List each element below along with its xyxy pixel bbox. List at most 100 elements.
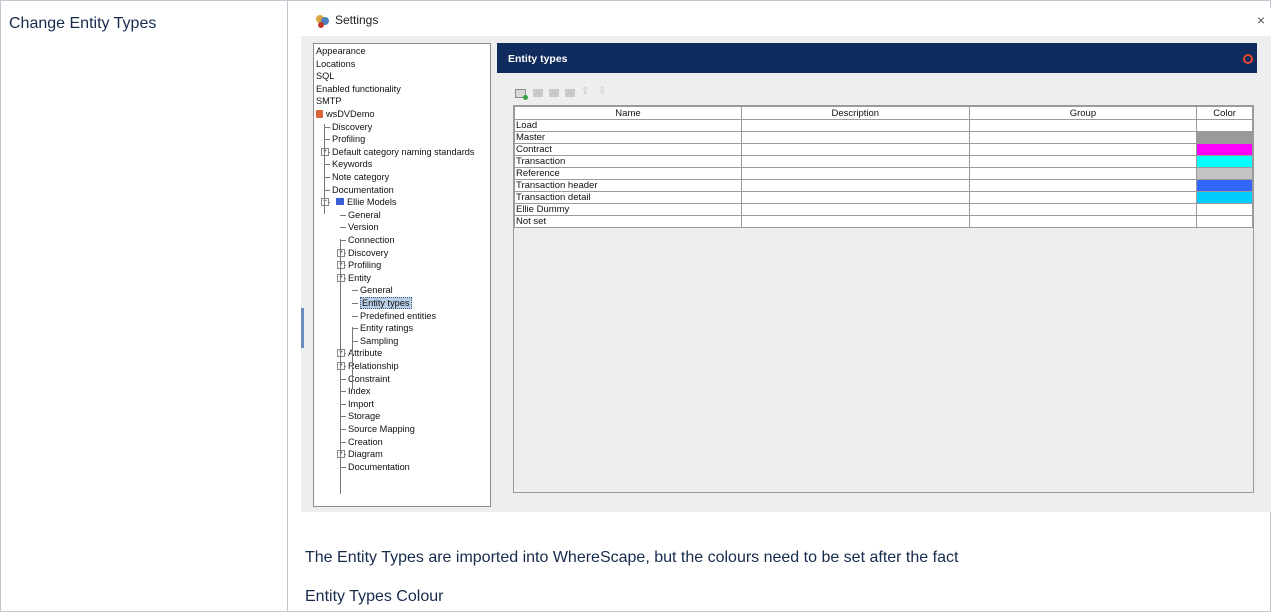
tree-item-documentation[interactable]: Documentation (332, 184, 394, 196)
cell-description[interactable] (740, 155, 970, 168)
tree-item-locations[interactable]: Locations (316, 58, 355, 70)
tree-item-appearance[interactable]: Appearance (316, 45, 366, 57)
table-row[interactable]: Transaction (514, 155, 1253, 168)
expand-toggle-icon[interactable]: − (321, 198, 329, 207)
cell-color-swatch[interactable] (1196, 119, 1253, 132)
settings-tree[interactable]: Appearance Locations SQL Enabled functional… (313, 43, 491, 507)
expand-toggle-icon[interactable]: + (337, 362, 345, 370)
expand-toggle-icon[interactable]: + (337, 349, 345, 358)
cell-group[interactable] (968, 143, 1198, 156)
cell-group[interactable] (968, 215, 1198, 228)
cell-name[interactable]: Transaction header (514, 179, 742, 192)
table-row[interactable]: Transaction detail (514, 191, 1253, 204)
expand-toggle-icon[interactable]: + (337, 248, 345, 257)
tree-item-general[interactable]: General (348, 209, 381, 221)
expand-toggle-icon[interactable]: + (321, 147, 329, 156)
tree-item-wsdvdemo[interactable]: wsDVDemo (316, 108, 375, 120)
cell-name[interactable]: Contract (514, 143, 742, 156)
cell-name[interactable]: Transaction (514, 155, 742, 168)
add-icon[interactable] (515, 89, 528, 100)
table-row[interactable]: Ellie Dummy (514, 203, 1253, 216)
cell-group[interactable] (968, 191, 1198, 204)
cell-name[interactable]: Not set (514, 215, 742, 228)
cell-group[interactable] (968, 167, 1198, 180)
tree-item-note-category[interactable]: Note category (332, 171, 389, 183)
close-icon[interactable]: × (1257, 12, 1265, 28)
cell-description[interactable] (740, 191, 970, 204)
cell-color-swatch[interactable] (1196, 143, 1253, 156)
expand-toggle-icon[interactable]: + (337, 273, 345, 282)
expand-toggle-icon[interactable]: + (337, 450, 345, 459)
table-row[interactable]: Master (514, 131, 1253, 144)
tree-item-default-category-naming-standards[interactable]: Default category naming standards (332, 146, 475, 158)
tree-item-entity-types[interactable]: Entity types (360, 297, 412, 309)
tree-item-constraint[interactable]: Constraint (348, 373, 390, 385)
cell-description[interactable] (740, 119, 970, 132)
table-row[interactable]: Reference (514, 167, 1253, 180)
tree-item-predefined-entities[interactable]: Predefined entities (360, 310, 436, 322)
tree-item-storage[interactable]: Storage (348, 410, 380, 422)
tree-item-relationship[interactable]: Relationship (348, 360, 399, 372)
cell-name[interactable]: Ellie Dummy (514, 203, 742, 216)
column-header-description[interactable]: Description (740, 106, 970, 120)
table-row[interactable]: Not set (514, 215, 1253, 228)
cell-name[interactable]: Load (514, 119, 742, 132)
tree-item-entity-ratings[interactable]: Entity ratings (360, 322, 413, 334)
tree-item-source-mapping[interactable]: Source Mapping (348, 423, 415, 435)
delete-icon[interactable] (565, 89, 575, 97)
cell-color-swatch[interactable] (1196, 179, 1253, 192)
column-header-name[interactable]: Name (514, 106, 742, 120)
column-header-color[interactable]: Color (1196, 106, 1253, 120)
tree-item-keywords[interactable]: Keywords (332, 158, 372, 170)
cell-color-swatch[interactable] (1196, 155, 1253, 168)
tree-item-smtp[interactable]: SMTP (316, 95, 342, 107)
tree-item-ellie-models[interactable]: Ellie Models (332, 196, 397, 208)
cell-color-swatch[interactable] (1196, 191, 1253, 204)
cell-group[interactable] (968, 155, 1198, 168)
tree-item-profiling[interactable]: Profiling (332, 133, 365, 145)
tree-item-enabled-functionality[interactable]: Enabled functionality (316, 83, 401, 95)
cell-name[interactable]: Master (514, 131, 742, 144)
tree-item-sampling[interactable]: Sampling (360, 335, 398, 347)
tree-item-label: Locations (316, 58, 356, 69)
tree-item-sql[interactable]: SQL (316, 70, 334, 82)
cell-name[interactable]: Reference (514, 167, 742, 180)
cell-color-swatch[interactable] (1196, 131, 1253, 144)
arrow-down-icon[interactable]: ⇩ (598, 87, 608, 97)
cell-group[interactable] (968, 203, 1198, 216)
cell-description[interactable] (740, 167, 970, 180)
expand-toggle-icon[interactable]: + (337, 261, 345, 270)
cell-description[interactable] (740, 131, 970, 144)
cell-description[interactable] (740, 143, 970, 156)
tree-item-creation[interactable]: Creation (348, 436, 383, 448)
cell-name[interactable]: Transaction detail (514, 191, 742, 204)
tree-item-diagram[interactable]: Diagram (348, 448, 383, 460)
cell-color-swatch[interactable] (1196, 167, 1253, 180)
tree-item-attribute[interactable]: Attribute (348, 347, 382, 359)
tree-item-connection[interactable]: Connection (348, 234, 394, 246)
copy-icon[interactable] (549, 89, 559, 97)
tree-item-profiling[interactable]: Profiling (348, 259, 381, 271)
cell-description[interactable] (740, 179, 970, 192)
table-row[interactable]: Contract (514, 143, 1253, 156)
tree-item-discovery[interactable]: Discovery (348, 247, 388, 259)
cell-group[interactable] (968, 119, 1198, 132)
cell-description[interactable] (740, 215, 970, 228)
tree-item-import[interactable]: Import (348, 398, 374, 410)
tree-item-entity[interactable]: Entity (348, 272, 371, 284)
tree-item-version[interactable]: Version (348, 221, 379, 233)
refresh-icon[interactable] (1243, 54, 1253, 64)
tree-item-documentation[interactable]: Documentation (348, 461, 410, 473)
edit-icon[interactable] (533, 89, 543, 97)
table-row[interactable]: Load (514, 119, 1253, 132)
column-header-group[interactable]: Group (968, 106, 1198, 120)
arrow-up-icon[interactable]: ⇧ (581, 87, 591, 97)
cell-color-swatch[interactable] (1196, 203, 1253, 216)
cell-description[interactable] (740, 203, 970, 216)
cell-group[interactable] (968, 131, 1198, 144)
cell-group[interactable] (968, 179, 1198, 192)
cell-color-swatch[interactable] (1196, 215, 1253, 228)
table-row[interactable]: Transaction header (514, 179, 1253, 192)
tree-item-general[interactable]: General (360, 284, 393, 296)
tree-item-discovery[interactable]: Discovery (332, 121, 372, 133)
